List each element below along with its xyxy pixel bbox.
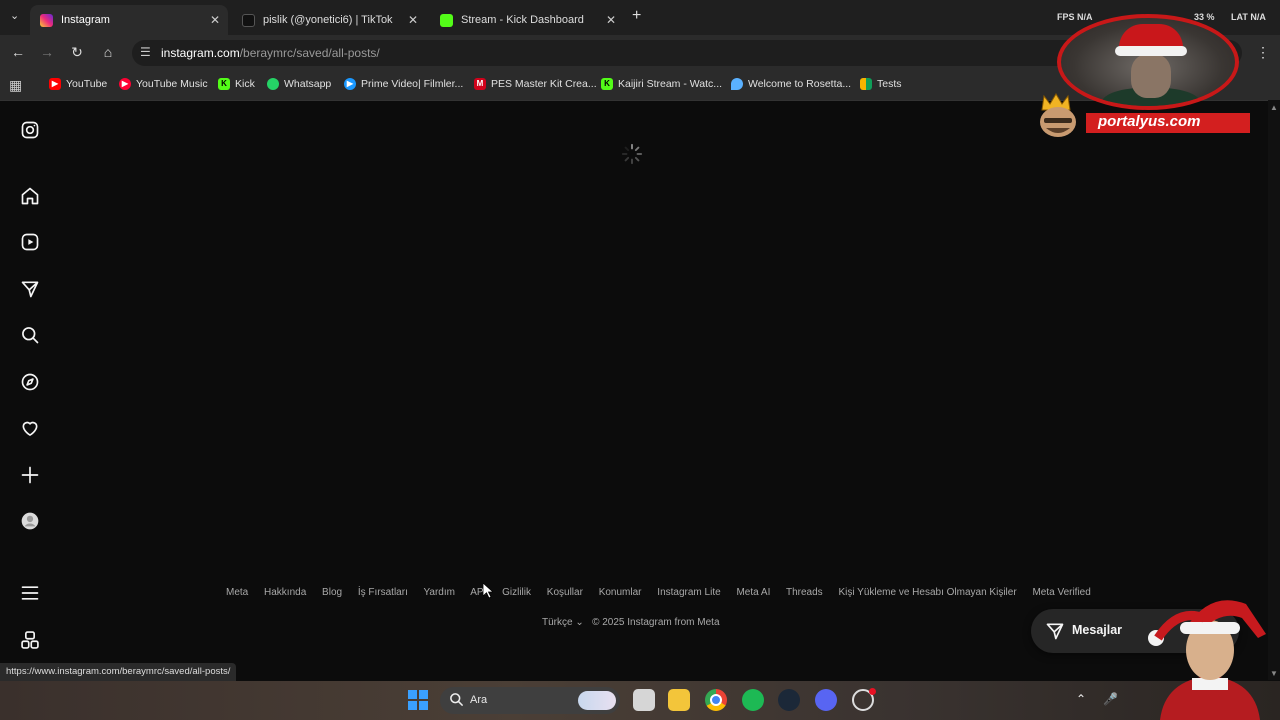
footer-link[interactable]: Koşullar xyxy=(547,587,583,598)
bookmark-prime-video[interactable]: ▶ Prime Video| Filmler... xyxy=(344,78,463,90)
tab-instagram[interactable]: Instagram ✕ xyxy=(30,5,228,35)
youtube-icon: ▶ xyxy=(49,78,61,90)
file-explorer-icon[interactable] xyxy=(668,689,690,711)
loading-spinner-icon xyxy=(621,143,643,165)
bookmark-kaijiri-stream[interactable]: K Kaijiri Stream - Watc... xyxy=(601,78,722,90)
footer-bottom: Türkçe ⌄ © 2025 Instagram from Meta xyxy=(542,617,720,628)
tiktok-favicon-icon xyxy=(242,13,255,27)
pes-master-icon: M xyxy=(474,78,486,90)
percent-indicator: 33 % xyxy=(1194,12,1215,22)
kick-icon: K xyxy=(218,78,230,90)
link-status-bubble: https://www.instagram.com/beraymrc/saved… xyxy=(0,663,237,681)
back-arrow-icon[interactable]: ← xyxy=(9,44,27,60)
apps-grid-icon[interactable]: ▦ xyxy=(9,77,22,94)
close-tab-icon[interactable]: ✕ xyxy=(606,13,616,27)
home-icon[interactable]: ⌂ xyxy=(99,44,117,60)
spotify-icon[interactable] xyxy=(742,689,764,711)
explore-compass-icon[interactable] xyxy=(20,372,40,392)
site-info-icon[interactable]: ☰ xyxy=(140,45,151,59)
latency-indicator: LAT N/A xyxy=(1231,12,1266,22)
new-tab-button[interactable]: + xyxy=(632,7,641,25)
youtube-music-icon: ▶ xyxy=(119,78,131,90)
scroll-up-arrow-icon[interactable]: ▲ xyxy=(1270,103,1278,112)
brand-banner: portalyus.com xyxy=(1086,113,1250,133)
forward-arrow-icon[interactable]: → xyxy=(38,44,56,60)
task-view-icon[interactable] xyxy=(633,689,655,711)
prime-video-icon: ▶ xyxy=(344,78,356,90)
tab-title: Instagram xyxy=(61,14,110,26)
home-icon[interactable] xyxy=(20,186,40,206)
bookmark-whatsapp[interactable]: Whatsapp xyxy=(267,78,331,90)
mascot-king-icon xyxy=(1040,93,1076,137)
kick-favicon-icon xyxy=(440,13,453,27)
footer-link[interactable]: Threads xyxy=(786,587,823,598)
windows-start-icon[interactable] xyxy=(407,689,429,711)
address-bar-url[interactable]: instagram.com/beraymrc/saved/all-posts/ xyxy=(161,46,380,60)
bookmark-rosetta[interactable]: Welcome to Rosetta... xyxy=(731,78,851,90)
more-menu-icon[interactable] xyxy=(20,583,40,603)
tab-title: pislik (@yonetici6) | TikTok xyxy=(263,14,393,26)
search-highlight-icon xyxy=(578,691,616,710)
santa-overlay-image xyxy=(1148,600,1266,720)
tab-kick-dashboard[interactable]: Stream - Kick Dashboard ✕ xyxy=(430,5,624,35)
direct-messages-icon xyxy=(1046,623,1064,640)
bookmark-kick[interactable]: K Kick xyxy=(218,78,255,90)
brand-text: portalyus.com xyxy=(1098,113,1201,130)
tab-tiktok[interactable]: pislik (@yonetici6) | TikTok ✕ xyxy=(232,5,426,35)
bookmark-youtube-music[interactable]: ▶ YouTube Music xyxy=(119,78,208,90)
footer-link[interactable]: Hakkında xyxy=(264,587,306,598)
instagram-favicon-icon xyxy=(40,13,53,27)
tests-icon xyxy=(860,78,872,90)
footer-link[interactable]: Meta AI xyxy=(736,587,770,598)
footer-link[interactable]: Meta xyxy=(226,587,248,598)
footer-link[interactable]: Blog xyxy=(322,587,342,598)
browser-menu-icon[interactable]: ⋮ xyxy=(1256,44,1270,61)
steam-icon[interactable] xyxy=(778,689,800,711)
reload-icon[interactable]: ↻ xyxy=(68,44,86,61)
fps-indicator: FPS N/A xyxy=(1057,12,1093,22)
rosetta-icon xyxy=(731,78,743,90)
direct-messages-icon[interactable] xyxy=(20,279,40,299)
chevron-down-icon: ⌄ xyxy=(575,617,584,628)
discord-icon[interactable] xyxy=(815,689,837,711)
bookmark-tests[interactable]: Tests xyxy=(860,78,902,90)
microphone-icon[interactable]: 🎤 xyxy=(1103,692,1118,706)
footer-link[interactable]: Yardım xyxy=(423,587,455,598)
tab-title: Stream - Kick Dashboard xyxy=(461,14,584,26)
close-tab-icon[interactable]: ✕ xyxy=(210,13,220,27)
footer-link[interactable]: Kişi Yükleme ve Hesabı Olmayan Kişiler xyxy=(838,587,1016,598)
footer-links: Meta Hakkında Blog İş Fırsatları Yardım … xyxy=(226,587,1104,598)
tray-chevron-up-icon[interactable]: ⌃ xyxy=(1076,692,1086,706)
bookmark-youtube[interactable]: ▶ YouTube xyxy=(49,78,107,90)
also-from-meta-icon[interactable] xyxy=(20,630,40,650)
create-plus-icon[interactable] xyxy=(20,465,40,485)
tab-search-icon[interactable]: ⌄ xyxy=(10,9,19,22)
kick-icon: K xyxy=(601,78,613,90)
reels-icon[interactable] xyxy=(20,232,40,252)
taskbar-search-box[interactable]: Ara xyxy=(440,687,620,714)
bookmark-pes-master[interactable]: M PES Master Kit Crea... xyxy=(474,78,597,90)
language-selector[interactable]: Türkçe ⌄ xyxy=(542,617,584,628)
footer-link[interactable]: İş Fırsatları xyxy=(358,587,408,598)
footer-link[interactable]: Gizlilik xyxy=(502,587,531,598)
whatsapp-icon xyxy=(267,78,279,90)
instagram-logo-icon[interactable] xyxy=(20,120,40,140)
chrome-icon[interactable] xyxy=(705,689,727,711)
search-icon[interactable] xyxy=(20,325,40,345)
copyright-text: © 2025 Instagram from Meta xyxy=(592,617,720,628)
search-icon xyxy=(450,693,463,706)
footer-link[interactable]: Meta Verified xyxy=(1032,587,1090,598)
footer-link[interactable]: Instagram Lite xyxy=(657,587,720,598)
settings-app-icon[interactable] xyxy=(852,688,876,711)
taskbar-search-placeholder: Ara xyxy=(470,694,488,706)
mouse-cursor-icon xyxy=(483,583,493,598)
profile-avatar-icon[interactable] xyxy=(20,511,40,531)
messages-label: Mesajlar xyxy=(1072,623,1123,637)
notifications-heart-icon[interactable] xyxy=(20,418,40,438)
footer-link[interactable]: Konumlar xyxy=(599,587,642,598)
close-tab-icon[interactable]: ✕ xyxy=(408,13,418,27)
